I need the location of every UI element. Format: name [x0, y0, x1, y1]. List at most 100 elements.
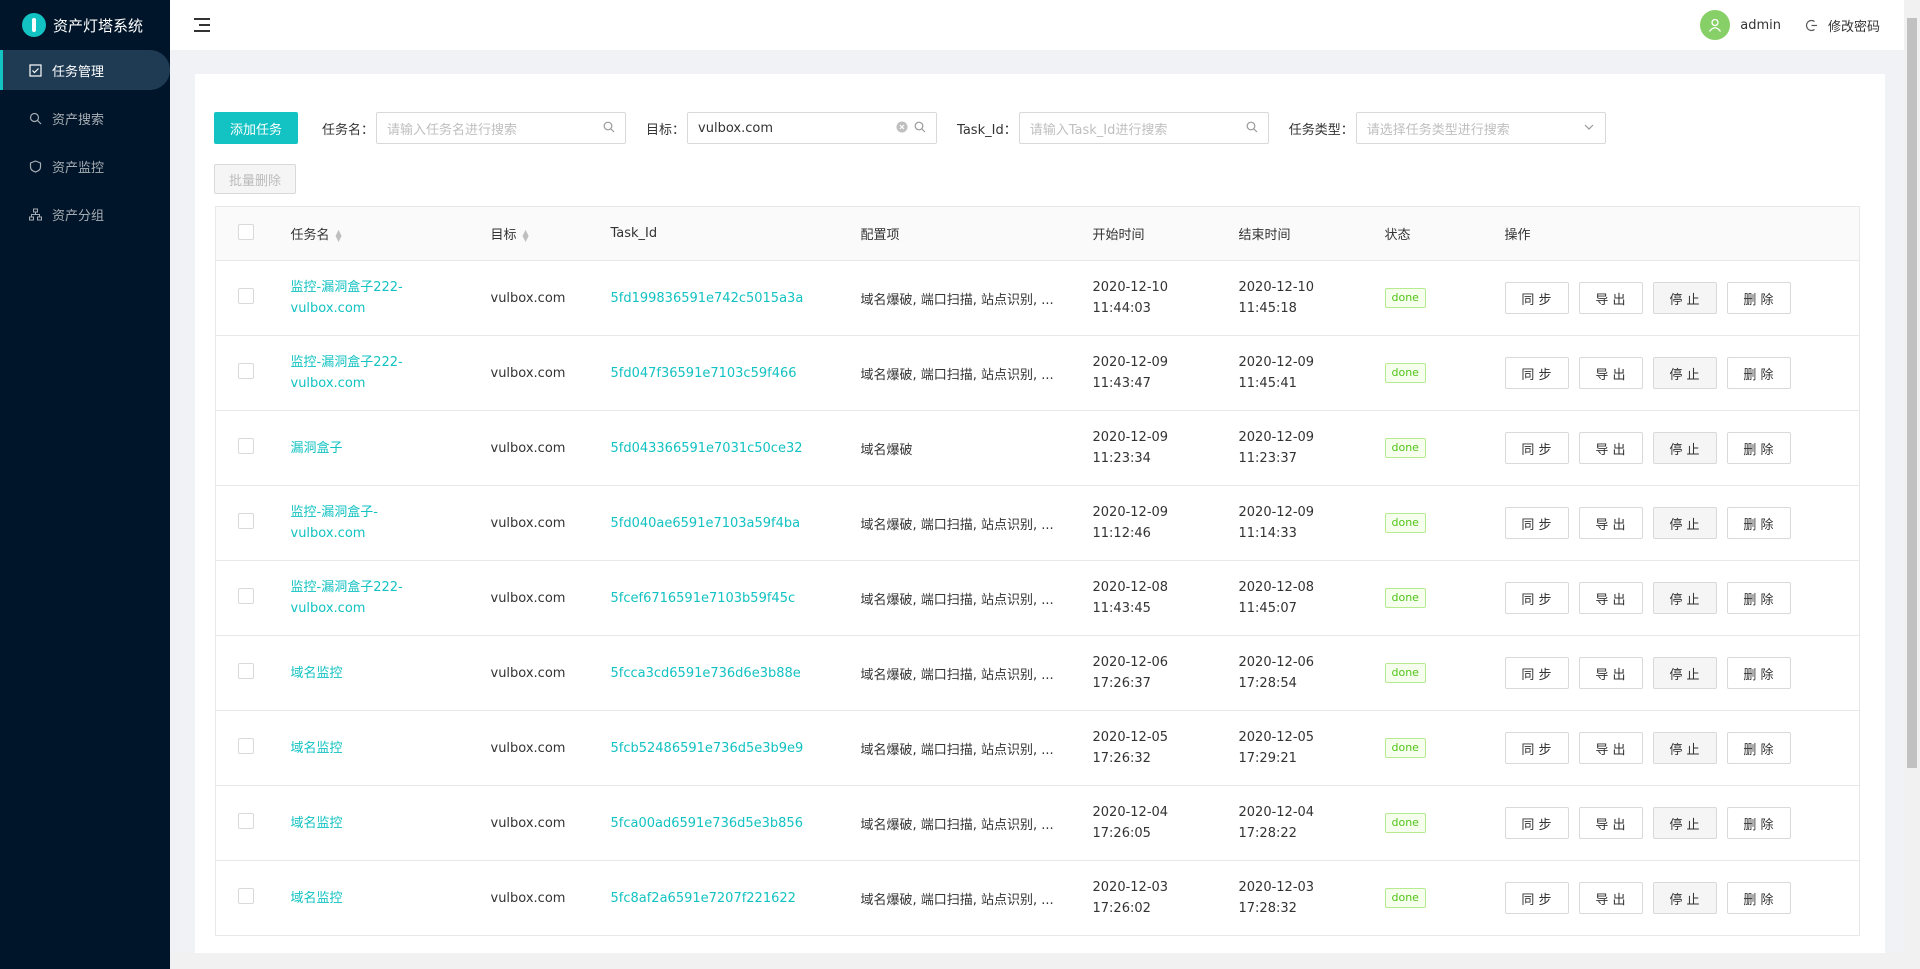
row-checkbox[interactable] [238, 813, 254, 829]
sort-icon[interactable]: ▲ ▼ [336, 228, 342, 242]
stop-button[interactable]: 停 止 [1652, 432, 1717, 464]
sync-button[interactable]: 同 步 [1504, 657, 1569, 689]
stop-button[interactable]: 停 止 [1652, 732, 1717, 764]
clear-icon[interactable] [896, 121, 908, 137]
row-checkbox[interactable] [238, 513, 254, 529]
column-header-task-name[interactable]: 任务名 ▲ ▼ [290, 206, 491, 261]
task-id-link[interactable]: 5fca00ad6591e736d5e3b856 [611, 816, 803, 831]
target-cell: vulbox.com [490, 860, 611, 936]
sync-button[interactable]: 同 步 [1504, 882, 1569, 914]
task-name-link[interactable]: 域名监控 [291, 888, 441, 909]
export-button[interactable]: 导 出 [1578, 807, 1643, 839]
delete-button[interactable]: 删 除 [1726, 807, 1791, 839]
sidebar-item-asset-monitor[interactable]: 资产监控 [0, 146, 170, 186]
task-id-link[interactable]: 5fd040ae6591e7103a59f4ba [611, 516, 801, 531]
task-id-link[interactable]: 5fd043366591e7031c50ce32 [611, 441, 803, 456]
delete-button[interactable]: 删 除 [1726, 582, 1791, 614]
stop-button[interactable]: 停 止 [1652, 357, 1717, 389]
task-id-link[interactable]: 5fd047f36591e7103c59f466 [611, 366, 797, 381]
start-clock: 11:12:46 [1092, 526, 1151, 541]
delete-button[interactable]: 删 除 [1726, 282, 1791, 314]
start-date: 2020-12-05 [1092, 730, 1169, 745]
stop-button[interactable]: 停 止 [1652, 807, 1717, 839]
search-icon[interactable] [914, 121, 926, 137]
task-id-link[interactable]: 5fcb52486591e736d5e3b9e9 [611, 741, 804, 756]
table-row: 域名监控 vulbox.com 5fcb52486591e736d5e3b9e9 域名… [215, 710, 1860, 786]
end-date: 2020-12-08 [1238, 580, 1315, 595]
delete-button[interactable]: 删 除 [1726, 657, 1791, 689]
delete-button[interactable]: 删 除 [1726, 357, 1791, 389]
config-cell: 域名爆破, 端口扫描, 站点识别, ... [860, 260, 1093, 336]
row-checkbox[interactable] [238, 363, 254, 379]
delete-button[interactable]: 删 除 [1726, 732, 1791, 764]
task-name-link[interactable]: 监控-漏洞盒子222-vulbox.com [291, 277, 441, 319]
task-id-link[interactable]: 5fcca3cd6591e736d6e3b88e [611, 666, 801, 681]
shield-icon [28, 159, 42, 173]
task-id-search-input[interactable]: 请输入Task_Id进行搜索 [1018, 112, 1269, 144]
logout-icon[interactable] [1805, 19, 1818, 32]
row-checkbox[interactable] [238, 288, 254, 304]
sync-button[interactable]: 同 步 [1504, 507, 1569, 539]
batch-delete-button[interactable]: 批量删除 [214, 164, 297, 194]
add-task-button[interactable]: 添加任务 [214, 112, 299, 144]
sync-button[interactable]: 同 步 [1504, 432, 1569, 464]
select-all-checkbox[interactable] [238, 223, 254, 240]
column-header-target[interactable]: 目标 ▲ ▼ [490, 206, 611, 261]
task-id-link[interactable]: 5fd199836591e742c5015a3a [611, 291, 804, 306]
sidebar-item-asset-group[interactable]: 资产分组 [0, 194, 170, 234]
export-button[interactable]: 导 出 [1578, 282, 1643, 314]
task-name-link[interactable]: 域名监控 [291, 738, 441, 759]
top-header: admin 修改密码 [170, 0, 1904, 50]
row-checkbox[interactable] [238, 888, 254, 904]
sync-button[interactable]: 同 步 [1504, 807, 1569, 839]
username[interactable]: admin [1740, 18, 1781, 33]
delete-button[interactable]: 删 除 [1726, 507, 1791, 539]
menu-fold-icon[interactable] [194, 18, 212, 32]
sync-button[interactable]: 同 步 [1504, 357, 1569, 389]
export-button[interactable]: 导 出 [1578, 357, 1643, 389]
task-id-link[interactable]: 5fc8af2a6591e7207f221622 [611, 891, 796, 906]
row-checkbox[interactable] [238, 738, 254, 754]
sidebar-item-task-management[interactable]: 任务管理 [0, 50, 170, 90]
horizontal-scrollbar[interactable] [170, 953, 1904, 969]
export-button[interactable]: 导 出 [1578, 657, 1643, 689]
sync-button[interactable]: 同 步 [1504, 282, 1569, 314]
task-name-link[interactable]: 漏洞盒子 [291, 438, 441, 459]
target-search-input[interactable]: vulbox.com [687, 112, 938, 144]
stop-button[interactable]: 停 止 [1652, 657, 1717, 689]
end-date: 2020-12-10 [1238, 280, 1315, 295]
task-name-link[interactable]: 监控-漏洞盒子-vulbox.com [291, 502, 441, 544]
export-button[interactable]: 导 出 [1578, 882, 1643, 914]
task-type-select[interactable]: 请选择任务类型进行搜索 [1355, 112, 1606, 144]
task-name-link[interactable]: 监控-漏洞盒子222-vulbox.com [291, 577, 441, 619]
export-button[interactable]: 导 出 [1578, 582, 1643, 614]
sync-button[interactable]: 同 步 [1504, 582, 1569, 614]
task-id-link[interactable]: 5fcef6716591e7103b59f45c [611, 591, 796, 606]
sync-button[interactable]: 同 步 [1504, 732, 1569, 764]
export-button[interactable]: 导 出 [1578, 507, 1643, 539]
task-name-link[interactable]: 域名监控 [291, 813, 441, 834]
stop-button[interactable]: 停 止 [1652, 582, 1717, 614]
user-avatar-icon[interactable] [1700, 10, 1731, 40]
export-button[interactable]: 导 出 [1578, 732, 1643, 764]
cluster-icon [28, 207, 42, 221]
delete-button[interactable]: 删 除 [1726, 432, 1791, 464]
task-name-search-input[interactable]: 请输入任务名进行搜索 [376, 112, 627, 144]
row-checkbox[interactable] [238, 438, 254, 454]
search-icon[interactable] [1246, 121, 1258, 137]
search-icon[interactable] [603, 121, 615, 137]
sort-icon[interactable]: ▲ ▼ [523, 228, 529, 242]
change-password-link[interactable]: 修改密码 [1828, 16, 1880, 35]
stop-button[interactable]: 停 止 [1652, 882, 1717, 914]
export-button[interactable]: 导 出 [1578, 432, 1643, 464]
sidebar-item-asset-search[interactable]: 资产搜索 [0, 98, 170, 138]
task-name-link[interactable]: 域名监控 [291, 663, 441, 684]
column-header-status: 状态 [1384, 206, 1505, 261]
stop-button[interactable]: 停 止 [1652, 282, 1717, 314]
task-name-link[interactable]: 监控-漏洞盒子222-vulbox.com [291, 352, 441, 394]
row-checkbox[interactable] [238, 663, 254, 679]
delete-button[interactable]: 删 除 [1726, 882, 1791, 914]
vertical-scrollbar[interactable] [1904, 0, 1920, 969]
row-checkbox[interactable] [238, 588, 254, 604]
stop-button[interactable]: 停 止 [1652, 507, 1717, 539]
